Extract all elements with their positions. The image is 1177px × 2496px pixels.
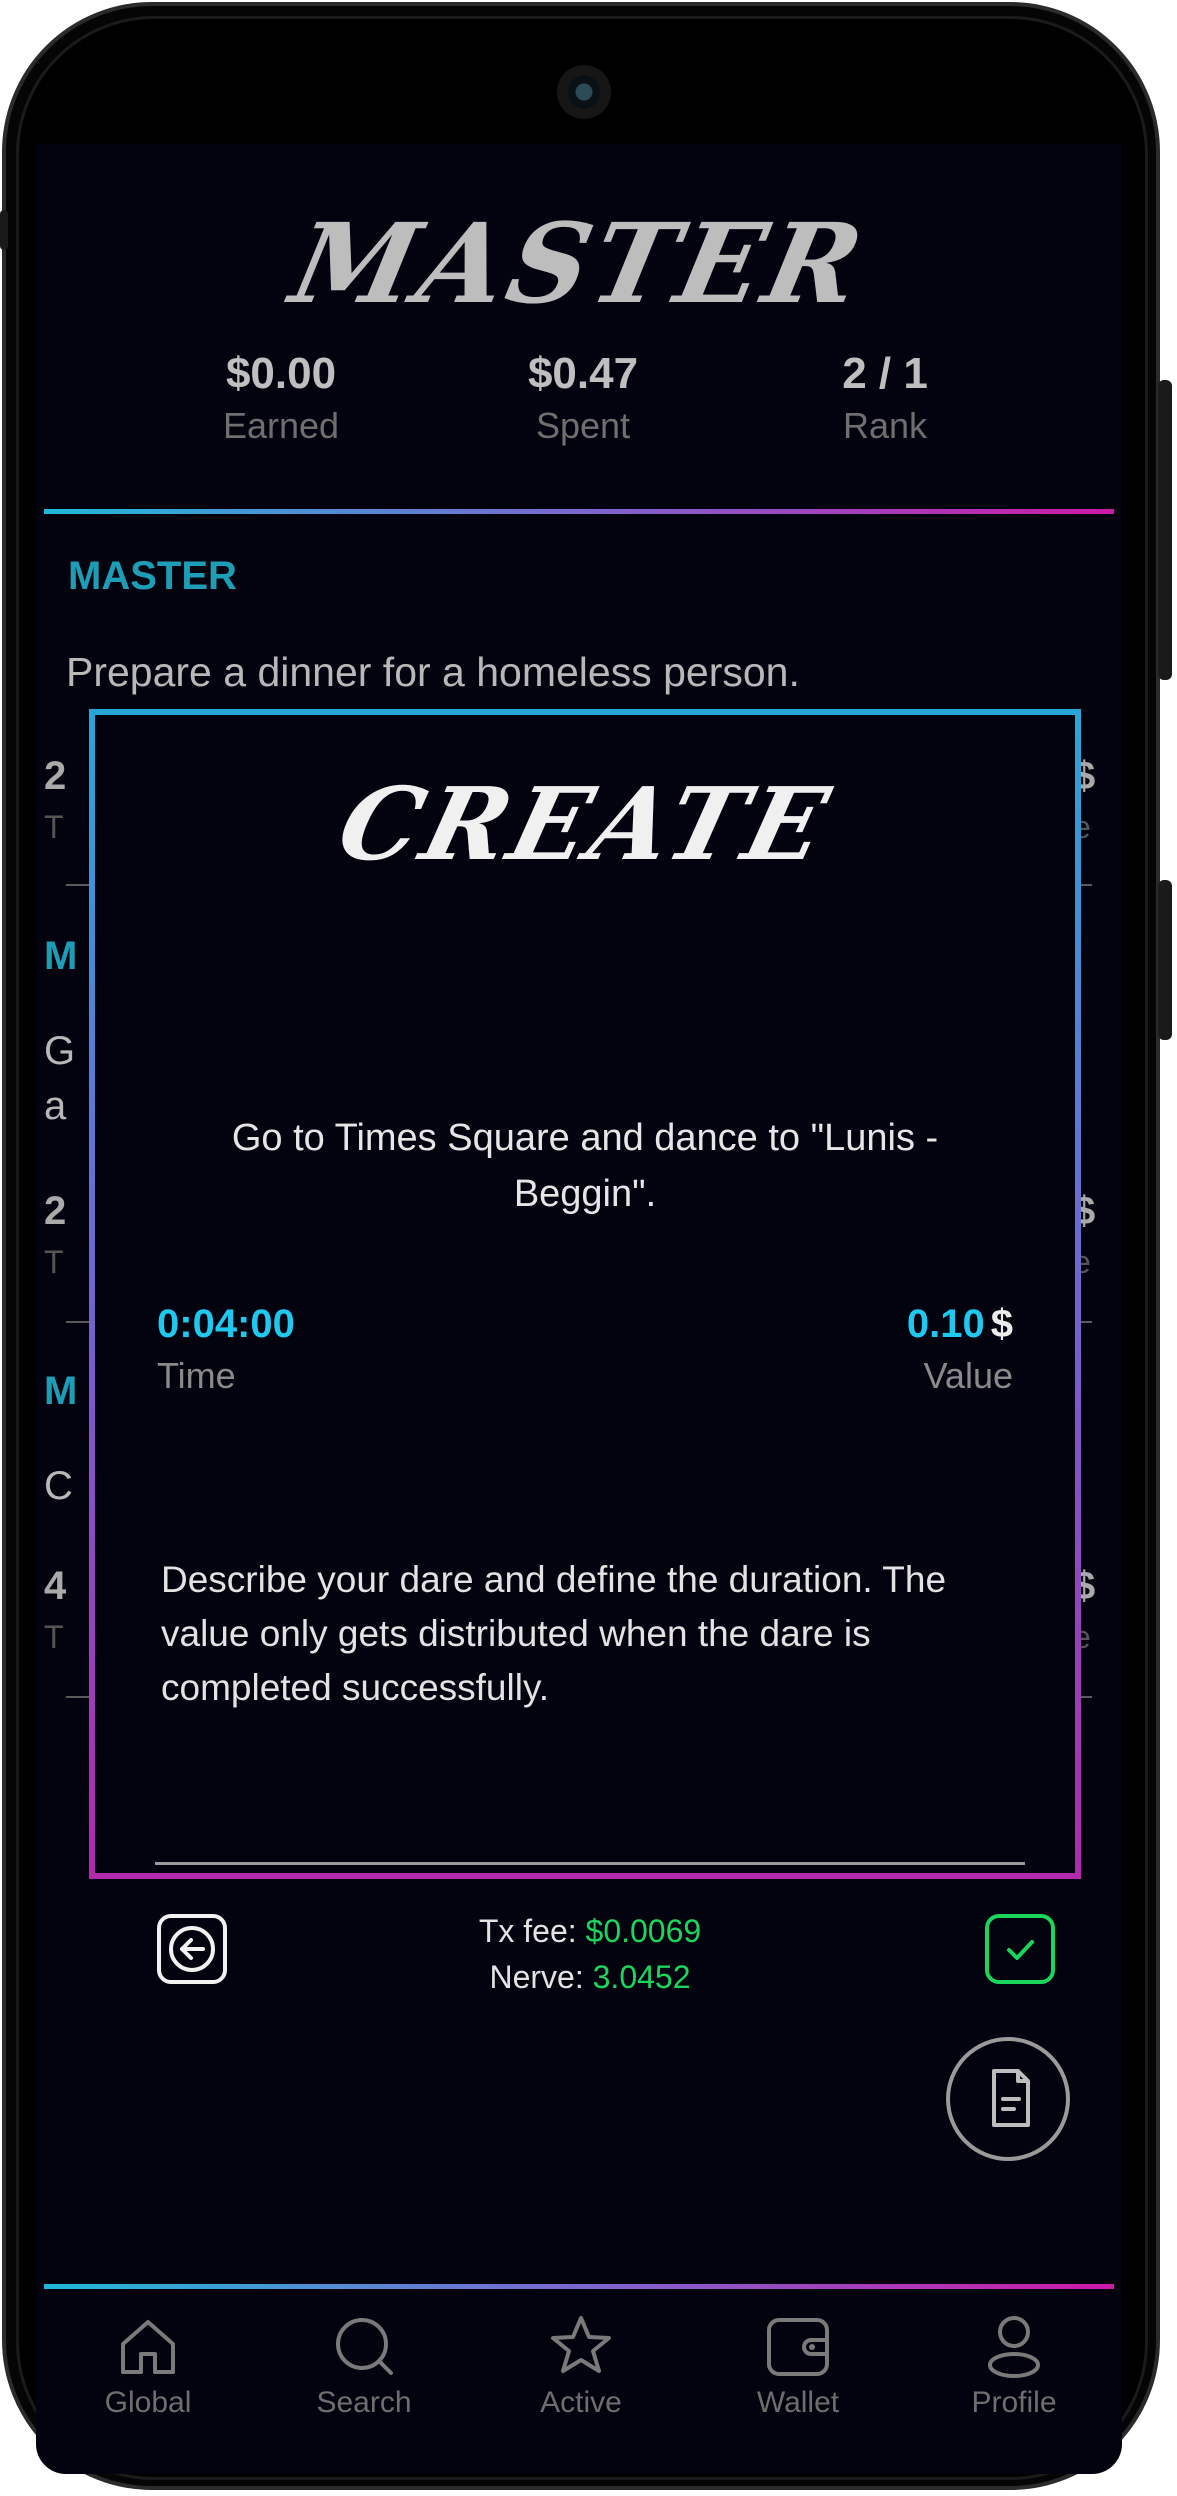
volume-button xyxy=(1158,380,1172,680)
value-amount[interactable]: 0.10 xyxy=(907,1302,985,1346)
nav-label-active: Active xyxy=(540,2386,622,2419)
row2-number: 2 xyxy=(44,1189,67,1233)
app-screen: MASTER $0.00 Earned $0.47 Spent 2 / 1 Ra… xyxy=(36,144,1122,2444)
nav-label-profile: Profile xyxy=(971,2386,1057,2419)
tx-fee-value: $0.0069 xyxy=(585,1913,702,1949)
dare-item-description: Prepare a dinner for a homeless person. xyxy=(66,649,800,695)
bottom-nav: Global Search Active Wallet Profile xyxy=(36,2272,1122,2422)
stat-rank-label: Rank xyxy=(842,405,928,446)
nerve-label: Nerve: xyxy=(489,1959,584,1995)
back-button[interactable] xyxy=(157,1914,227,1984)
value-field[interactable]: 0.10 $ xyxy=(907,1302,1013,1347)
power-button xyxy=(1158,880,1172,1040)
search-icon xyxy=(336,2318,393,2375)
stat-earned-value: $0.00 xyxy=(225,349,337,398)
user-icon xyxy=(988,2316,1040,2378)
item2-line2: a xyxy=(44,1084,67,1128)
stat-spent-label: Spent xyxy=(535,405,631,446)
dare-item-3-title[interactable]: M xyxy=(44,1369,77,1414)
stat-rank-value: 2 / 1 xyxy=(842,349,928,398)
stats-row: $0.00 Earned $0.47 Spent 2 / 1 Rank xyxy=(36,349,1122,469)
home-icon xyxy=(121,2320,175,2374)
nerve-row: Nerve: 3.0452 xyxy=(425,1954,755,2000)
document-icon xyxy=(992,2069,1030,2127)
stat-earned: $0.00 Earned xyxy=(131,349,431,447)
row2-sub: T xyxy=(44,1244,64,1280)
master-logo: MASTER xyxy=(281,199,877,328)
tx-fee-label: Tx fee: xyxy=(478,1913,577,1949)
nav-profile[interactable]: Profile xyxy=(914,2300,1114,2420)
wallet-icon xyxy=(767,2318,829,2376)
nav-global[interactable]: Global xyxy=(48,2300,248,2420)
arrow-left-icon xyxy=(169,1926,215,1972)
confirm-button[interactable] xyxy=(985,1914,1055,1984)
row3-number: 4 xyxy=(44,1564,67,1608)
check-icon xyxy=(1007,1940,1034,1960)
star-icon xyxy=(551,2316,611,2373)
create-logo: CREATE xyxy=(327,765,843,883)
stat-spent: $0.47 Spent xyxy=(433,349,733,447)
fee-info: Tx fee: $0.0069 Nerve: 3.0452 xyxy=(425,1908,755,2000)
value-currency: $ xyxy=(990,1302,1013,1346)
row3-sub: T xyxy=(44,1619,64,1655)
stat-earned-label: Earned xyxy=(222,405,340,446)
tx-fee-row: Tx fee: $0.0069 xyxy=(425,1908,755,1954)
stat-rank: 2 / 1 Rank xyxy=(735,349,1035,447)
nav-label-wallet: Wallet xyxy=(756,2386,840,2419)
row1-number: 2 xyxy=(44,754,67,798)
nav-label-global: Global xyxy=(104,2386,192,2419)
dare-item-2-title[interactable]: M xyxy=(44,934,77,979)
create-dare-modal: CREATE Go to Times Square and dance to "… xyxy=(89,709,1081,1995)
nav-search[interactable]: Search xyxy=(264,2300,464,2420)
header-divider xyxy=(44,509,1114,514)
new-dare-button[interactable] xyxy=(946,2037,1070,2161)
dare-text[interactable]: Go to Times Square and dance to "Lunis -… xyxy=(175,1110,995,1222)
nerve-value: 3.0452 xyxy=(592,1959,691,1995)
dare-item-title[interactable]: MASTER xyxy=(68,554,237,599)
info-text: Describe your dare and define the durati… xyxy=(161,1559,947,1708)
time-label: Time xyxy=(157,1355,236,1396)
time-value[interactable]: 0:04:00 xyxy=(157,1302,295,1347)
left-side-button xyxy=(0,210,8,250)
value-label: Value xyxy=(923,1355,1013,1396)
item3-line1: C xyxy=(44,1464,73,1508)
nav-wallet[interactable]: Wallet xyxy=(698,2300,898,2420)
modal-divider xyxy=(155,1862,1025,1865)
front-camera xyxy=(557,65,611,119)
row1-sub: T xyxy=(44,809,64,845)
item2-line1: G xyxy=(44,1029,76,1073)
screen-bottom-edge xyxy=(36,2444,1122,2474)
nav-active[interactable]: Active xyxy=(481,2300,681,2420)
stat-spent-value: $0.47 xyxy=(527,349,639,398)
nav-label-search: Search xyxy=(316,2386,412,2419)
